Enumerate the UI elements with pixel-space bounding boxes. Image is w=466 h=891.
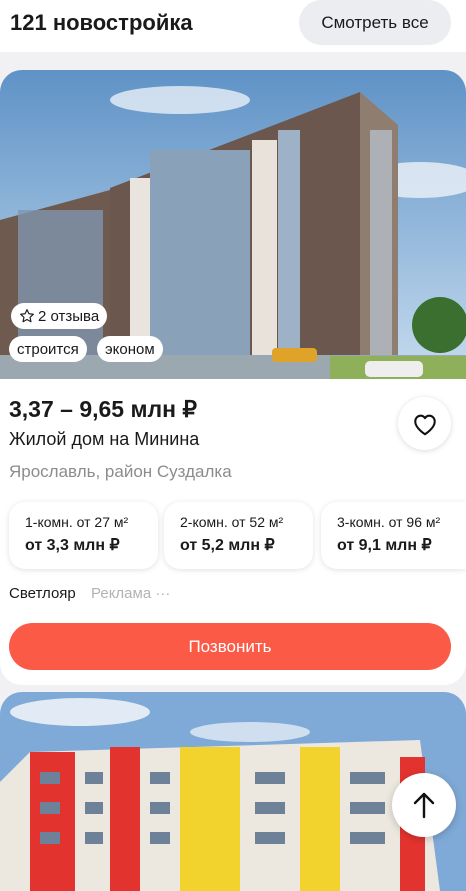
apartment-area: 3-комн. от 96 м² — [337, 514, 441, 530]
listing-card[interactable]: 2 отзыва строится эконом 3,37 – 9,65 млн… — [0, 70, 466, 685]
apartment-price: от 5,2 млн ₽ — [180, 537, 275, 554]
favorite-button[interactable] — [398, 397, 451, 450]
apartment-area: 2-комн. от 52 м² — [180, 514, 284, 530]
developer-name: Светлояр — [9, 585, 76, 602]
apartment-price: от 9,1 млн ₽ — [337, 537, 432, 554]
apartment-area: 1-комн. от 27 м² — [25, 514, 129, 530]
listing-location: Ярославль, район Суздалка — [9, 462, 232, 481]
header: 121 новостройка Смотреть все — [0, 0, 466, 52]
heart-icon — [413, 414, 436, 435]
listing-name[interactable]: Жилой дом на Минина — [9, 427, 199, 451]
price-range: 3,37 – 9,65 млн ₽ — [9, 396, 198, 422]
apartment-option-3[interactable]: 3-комн. от 96 м² от 9,1 млн ₽ — [321, 502, 466, 569]
star-icon — [20, 309, 34, 323]
ad-label[interactable]: Реклама ··· — [91, 584, 170, 604]
arrow-up-icon — [413, 792, 435, 819]
call-button[interactable]: Позвонить — [9, 623, 451, 670]
apartment-option-1[interactable]: 1-комн. от 27 м² от 3,3 млн ₽ — [9, 502, 158, 569]
apartment-price: от 3,3 млн ₽ — [25, 537, 120, 554]
reviews-count: 2 отзыва — [38, 307, 100, 325]
apartment-option-2[interactable]: 2-комн. от 52 м² от 5,2 млн ₽ — [164, 502, 313, 569]
scroll-to-top-button[interactable] — [392, 773, 456, 837]
building-photo[interactable] — [0, 70, 466, 379]
results-count-title: 121 новостройка — [10, 10, 193, 35]
reviews-chip[interactable]: 2 отзыва — [11, 303, 108, 329]
class-chip: эконом — [97, 336, 163, 362]
status-chip: строится — [9, 336, 87, 362]
see-all-button[interactable]: Смотреть все — [299, 0, 451, 45]
